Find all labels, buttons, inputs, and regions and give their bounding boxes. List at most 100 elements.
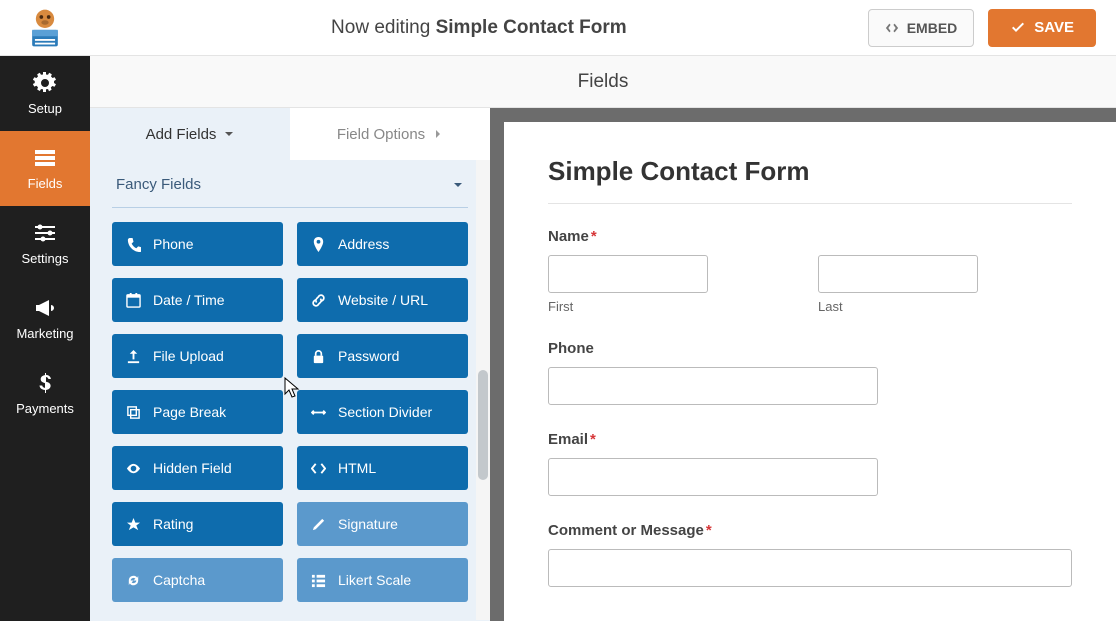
chevron-right-icon <box>433 129 443 139</box>
pencil-icon <box>311 517 326 532</box>
email-label: Email* <box>548 431 1072 448</box>
star-icon <box>126 517 141 532</box>
phone-label: Phone <box>548 340 1072 357</box>
check-icon <box>1010 20 1026 36</box>
field-button-likert-scale[interactable]: Likert Scale <box>297 558 468 602</box>
field-button-label: Likert Scale <box>338 572 411 588</box>
sidebar-settings-label: Settings <box>22 251 69 266</box>
field-button-password[interactable]: Password <box>297 334 468 378</box>
field-button-label: Phone <box>153 236 193 252</box>
left-sidebar: Setup Fields Settings Marketing Payments <box>0 56 90 621</box>
field-button-address[interactable]: Address <box>297 222 468 266</box>
sidebar-item-marketing[interactable]: Marketing <box>0 281 90 356</box>
field-button-date-time[interactable]: Date / Time <box>112 278 283 322</box>
field-button-label: Date / Time <box>153 292 225 308</box>
logo <box>0 6 90 50</box>
field-button-file-upload[interactable]: File Upload <box>112 334 283 378</box>
tab-add-label: Add Fields <box>146 126 217 143</box>
calendar-icon <box>126 293 141 308</box>
megaphone-icon <box>33 296 57 320</box>
divider <box>548 203 1072 204</box>
form-title: Simple Contact Form <box>548 156 1072 187</box>
sidebar-item-settings[interactable]: Settings <box>0 206 90 281</box>
save-button[interactable]: SAVE <box>988 9 1096 47</box>
field-button-label: File Upload <box>153 348 224 364</box>
arrows-icon <box>311 405 326 420</box>
form-name-title: Simple Contact Form <box>436 17 627 38</box>
email-label-text: Email <box>548 431 588 448</box>
app-logo-icon <box>23 6 67 50</box>
comment-label: Comment or Message* <box>548 522 1072 539</box>
main-panel: Fields Add Fields Field Options Fancy Fi… <box>90 56 1116 621</box>
comment-label-text: Comment or Message <box>548 522 704 539</box>
refresh-icon <box>126 573 141 588</box>
field-button-hidden-field[interactable]: Hidden Field <box>112 446 283 490</box>
chevron-down-icon <box>224 129 234 139</box>
field-button-label: Rating <box>153 516 193 532</box>
field-button-page-break[interactable]: Page Break <box>112 390 283 434</box>
name-label-text: Name <box>548 228 589 245</box>
first-name-input[interactable] <box>548 255 708 293</box>
fields-panel: Add Fields Field Options Fancy Fields Ph… <box>90 108 490 621</box>
sidebar-item-payments[interactable]: Payments <box>0 356 90 431</box>
phone-input[interactable] <box>548 367 878 405</box>
sidebar-item-setup[interactable]: Setup <box>0 56 90 131</box>
field-phone[interactable]: Phone <box>548 340 1072 405</box>
field-button-label: Page Break <box>153 404 226 420</box>
first-sublabel: First <box>548 299 802 314</box>
field-button-html[interactable]: HTML <box>297 446 468 490</box>
field-button-phone[interactable]: Phone <box>112 222 283 266</box>
upload-icon <box>126 349 141 364</box>
required-asterisk: * <box>591 228 597 245</box>
copy-icon <box>126 405 141 420</box>
page-title: Now editing Simple Contact Form <box>90 17 868 39</box>
field-grid: Phone Address Date / Time Website / URL File… <box>90 222 490 602</box>
email-input[interactable] <box>548 458 878 496</box>
last-name-input[interactable] <box>818 255 978 293</box>
group-fancy-fields[interactable]: Fancy Fields <box>90 160 490 203</box>
field-button-signature[interactable]: Signature <box>297 502 468 546</box>
dollar-icon <box>33 371 57 395</box>
tab-options-label: Field Options <box>337 126 425 143</box>
top-buttons: EMBED SAVE <box>868 9 1116 47</box>
sidebar-fields-label: Fields <box>28 176 63 191</box>
field-button-label: Signature <box>338 516 398 532</box>
embed-button[interactable]: EMBED <box>868 9 975 47</box>
field-comment[interactable]: Comment or Message* <box>548 522 1072 587</box>
field-tabs: Add Fields Field Options <box>90 108 490 160</box>
panel-body: Add Fields Field Options Fancy Fields Ph… <box>90 108 1116 621</box>
top-bar: Now editing Simple Contact Form EMBED SA… <box>0 0 1116 56</box>
sidebar-item-fields[interactable]: Fields <box>0 131 90 206</box>
field-button-rating[interactable]: Rating <box>112 502 283 546</box>
divider <box>112 207 468 208</box>
scrollbar-thumb[interactable] <box>478 370 488 480</box>
field-button-section-divider[interactable]: Section Divider <box>297 390 468 434</box>
chevron-down-icon <box>452 179 464 191</box>
panel-title: Fields <box>90 56 1116 108</box>
sidebar-marketing-label: Marketing <box>16 326 73 341</box>
gear-icon <box>33 71 57 95</box>
eye-icon <box>126 461 141 476</box>
comment-input[interactable] <box>548 549 1072 587</box>
list-icon <box>311 573 326 588</box>
field-name[interactable]: Name* First Last <box>548 228 1072 314</box>
field-button-captcha[interactable]: Captcha <box>112 558 283 602</box>
code-icon <box>885 21 899 35</box>
lock-icon <box>311 349 326 364</box>
field-button-label: Password <box>338 348 399 364</box>
sidebar-payments-label: Payments <box>16 401 74 416</box>
required-asterisk: * <box>590 431 596 448</box>
name-row: First Last <box>548 255 1072 314</box>
field-button-website-url[interactable]: Website / URL <box>297 278 468 322</box>
sliders-icon <box>33 221 57 245</box>
pin-icon <box>311 237 326 252</box>
save-label: SAVE <box>1034 19 1074 36</box>
form-preview: Simple Contact Form Name* First Last <box>490 108 1116 621</box>
scrollbar-track[interactable] <box>476 160 490 620</box>
code-icon <box>311 461 326 476</box>
field-email[interactable]: Email* <box>548 431 1072 496</box>
field-button-label: Section Divider <box>338 404 432 420</box>
tab-field-options[interactable]: Field Options <box>290 108 490 160</box>
tab-add-fields[interactable]: Add Fields <box>90 108 290 160</box>
required-asterisk: * <box>706 522 712 539</box>
